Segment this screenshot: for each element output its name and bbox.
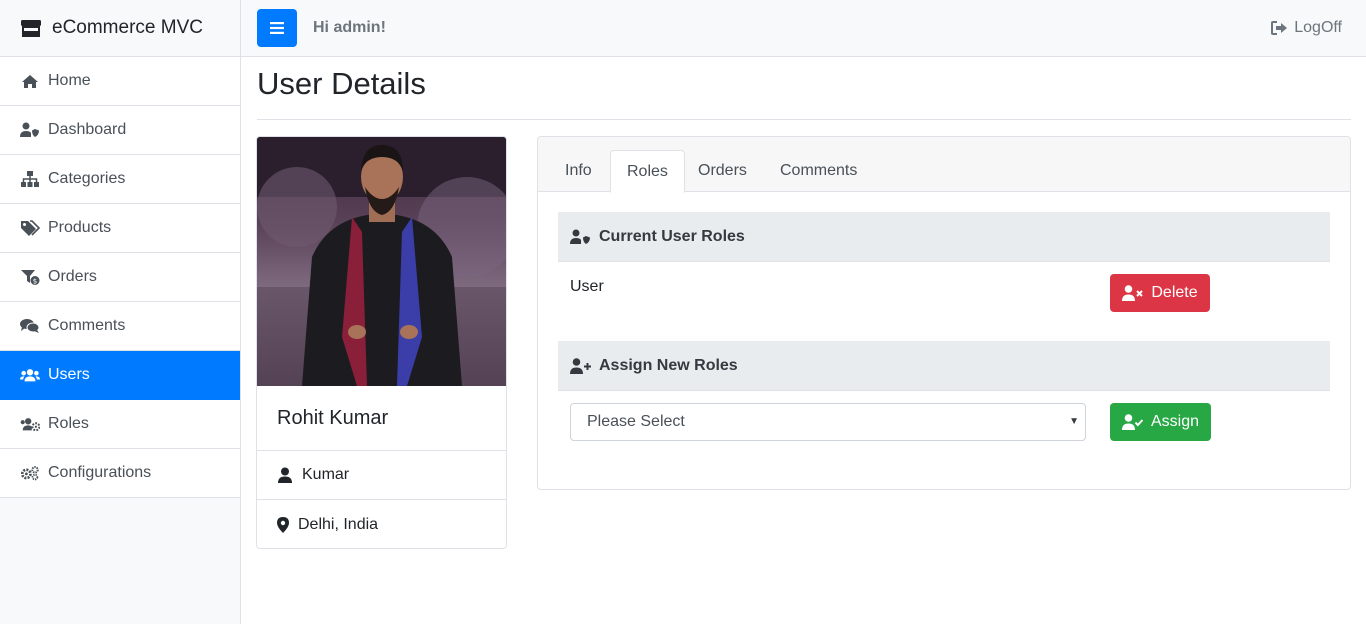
assign-roles-title: Assign New Roles (599, 356, 738, 374)
assign-role-button[interactable]: Assign (1110, 403, 1211, 441)
tab-roles[interactable]: Roles (610, 150, 685, 193)
logoff-label: LogOff (1294, 19, 1342, 36)
user-icon (278, 467, 292, 483)
user-shield-icon (20, 122, 40, 138)
tab-orders[interactable]: Orders (682, 150, 763, 192)
user-details-tabs: Info Roles Orders Comments Current User … (537, 136, 1351, 490)
page-title: User Details (257, 66, 426, 101)
tab-header: Info Roles Orders Comments (538, 137, 1350, 193)
sidebar-item-roles[interactable]: Roles (0, 400, 240, 449)
tags-icon (20, 220, 40, 236)
sidebar-item-users[interactable]: Users (0, 351, 240, 400)
tab-comments[interactable]: Comments (764, 150, 873, 192)
profile-photo (257, 137, 506, 386)
sign-out-icon (1271, 21, 1288, 35)
role-select[interactable]: Please Select ▼ (570, 403, 1086, 441)
sitemap-icon (20, 171, 40, 187)
logoff-link[interactable]: LogOff (1271, 19, 1342, 37)
assign-label: Assign (1150, 413, 1200, 430)
sidebar-item-categories[interactable]: Categories (0, 155, 240, 204)
sidebar-item-orders[interactable]: $ Orders (0, 253, 240, 302)
home-icon (20, 74, 40, 89)
sidebar-item-label: Comments (48, 317, 126, 334)
sidebar-item-home[interactable]: Home (0, 57, 240, 106)
sidebar-item-label: Users (48, 366, 90, 383)
role-name: User (570, 278, 604, 295)
sidebar-item-products[interactable]: Products (0, 204, 240, 253)
sidebar: eCommerce MVC Home Dashboard Categories … (0, 0, 241, 624)
comments-icon (20, 318, 40, 334)
tab-info[interactable]: Info (549, 150, 608, 192)
user-check-icon (1121, 414, 1143, 430)
sidebar-item-label: Roles (48, 415, 89, 432)
delete-label: Delete (1151, 284, 1198, 301)
sidebar-item-dashboard[interactable]: Dashboard (0, 106, 240, 155)
sidebar-item-label: Orders (48, 268, 97, 285)
users-cog-icon (20, 416, 40, 432)
delete-role-button[interactable]: Delete (1110, 274, 1210, 312)
funnel-dollar-icon: $ (20, 269, 40, 285)
store-icon (21, 20, 41, 37)
brand[interactable]: eCommerce MVC (0, 0, 240, 57)
assign-roles-header: Assign New Roles (558, 341, 1330, 391)
sidebar-item-label: Dashboard (48, 121, 127, 138)
profile-card: Rohit Kumar Kumar Delhi, India (256, 136, 507, 549)
cogs-icon (20, 465, 40, 481)
profile-surname: Kumar (302, 466, 350, 483)
sidebar-item-comments[interactable]: Comments (0, 302, 240, 351)
user-times-icon (1122, 285, 1144, 301)
profile-location-row: Delhi, India (257, 500, 506, 548)
sidebar-item-label: Configurations (48, 464, 152, 481)
profile-location: Delhi, India (298, 515, 379, 533)
greeting-text: Hi admin! (313, 19, 386, 36)
user-shield-icon (570, 229, 590, 244)
sidebar-item-label: Categories (48, 170, 126, 187)
profile-surname-row: Kumar (257, 451, 506, 500)
current-roles-header: Current User Roles (558, 212, 1330, 262)
user-plus-icon (570, 357, 591, 374)
role-select-value: Please Select (587, 413, 685, 430)
sidebar-toggle-button[interactable] (257, 9, 297, 47)
bars-icon (270, 22, 284, 34)
sidebar-item-configurations[interactable]: Configurations (0, 449, 240, 498)
current-roles-title: Current User Roles (599, 227, 745, 245)
map-marker-icon (277, 516, 289, 533)
sidebar-item-label: Products (48, 219, 112, 236)
caret-down-icon: ▼ (1069, 416, 1079, 427)
brand-title: eCommerce MVC (52, 17, 203, 38)
profile-name: Rohit Kumar (257, 386, 506, 451)
sidebar-item-label: Home (48, 72, 91, 89)
title-divider (257, 119, 1351, 120)
users-icon (20, 367, 40, 383)
svg-text:$: $ (33, 278, 37, 286)
top-navbar: Hi admin! LogOff (241, 0, 1366, 57)
